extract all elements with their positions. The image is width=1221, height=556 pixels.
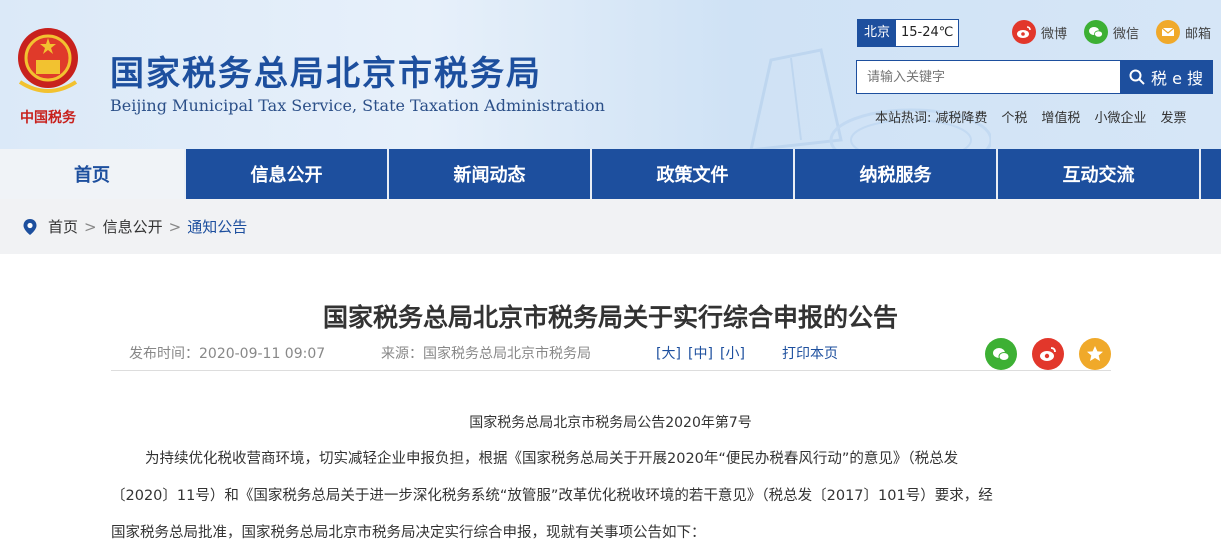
publish-time: 发布时间：2020-09-11 09:07 [129, 346, 326, 362]
nav-interaction[interactable]: 互动交流 [998, 149, 1201, 199]
breadcrumb-info-disclosure[interactable]: 信息公开 [103, 216, 163, 237]
hot-words: 本站热词: 减税降费 个税 增值税 小微企业 发票 [875, 107, 1186, 126]
print-page-link[interactable]: 打印本页 [782, 343, 838, 363]
font-size-large-button[interactable]: [大] [656, 343, 681, 363]
nav-info-disclosure[interactable]: 信息公开 [186, 149, 389, 199]
email-label: 邮箱 [1185, 26, 1212, 42]
wechat-icon [993, 348, 1010, 361]
hot-word-link[interactable]: 个税 [1001, 107, 1027, 126]
landmark-illustration [749, 48, 991, 149]
paragraph-line: 〔2020〕11号）和《国家税务总局关于进一步深化税务系统“放管服”改革优化税收… [111, 488, 993, 504]
search-icon [1129, 69, 1145, 85]
wechat-label: 微信 [1113, 26, 1140, 42]
nav-tax-service[interactable]: 纳税服务 [795, 149, 998, 199]
weibo-link[interactable]: 微博 [1012, 20, 1067, 44]
hot-word-link[interactable]: 增值税 [1041, 107, 1080, 126]
hot-word-link[interactable]: 发票 [1160, 107, 1186, 126]
weather-widget: 北京 15-24℃ [857, 19, 960, 47]
document-number: 国家税务总局北京市税务局公告2020年第7号 [469, 415, 752, 431]
hot-word-link[interactable]: 小微企业 [1094, 107, 1146, 126]
paragraph-line: 国家税务总局批准，国家税务总局北京市税务局决定实行综合申报，现就有关事项公告如下… [111, 525, 706, 541]
weibo-icon [1040, 347, 1056, 361]
site-title[interactable]: 国家税务总局北京市税务局 [110, 46, 542, 95]
weibo-label: 微博 [1041, 26, 1068, 42]
star-icon [1087, 346, 1103, 361]
share-wechat-button[interactable] [985, 338, 1017, 370]
article-source: 来源：国家税务总局北京市税务局 [381, 346, 591, 362]
hot-words-label: 本站热词: [875, 111, 932, 126]
breadcrumb-current[interactable]: 通知公告 [187, 216, 247, 237]
location-pin-icon [23, 218, 37, 235]
wechat-icon [1084, 20, 1108, 44]
breadcrumb: 首页 > 信息公开 > 通知公告 [0, 199, 1221, 254]
article-title: 国家税务总局北京市税务局关于实行综合申报的公告 [322, 303, 898, 332]
search-box: 税 e 搜 [856, 60, 1213, 94]
site-subtitle: Beijing Municipal Tax Service, State Tax… [110, 96, 605, 115]
font-size-small-button[interactable]: [小] [720, 343, 745, 363]
nav-news[interactable]: 新闻动态 [389, 149, 592, 199]
share-weibo-button[interactable] [1032, 338, 1064, 370]
logo-text: 中国税务 [20, 109, 77, 126]
weather-city: 北京 [858, 20, 897, 46]
weather-temp: 15-24℃ [901, 25, 954, 40]
nav-policy[interactable]: 政策文件 [592, 149, 795, 199]
font-size-medium-button[interactable]: [中] [688, 343, 713, 363]
paragraph-line: 为持续优化税收营商环境，切实减轻企业申报负担，根据《国家税务总局关于开展2020… [145, 451, 959, 467]
weibo-icon [1012, 20, 1036, 44]
national-emblem-logo[interactable]: 中国税务 [12, 22, 84, 126]
breadcrumb-home[interactable]: 首页 [48, 216, 78, 237]
main-nav: 首页 信息公开 新闻动态 政策文件 纳税服务 互动交流 [0, 149, 1221, 199]
mail-icon [1156, 20, 1180, 44]
hot-word-link[interactable]: 减税降费 [935, 107, 987, 126]
favorite-star-button[interactable] [1079, 338, 1111, 370]
wechat-link[interactable]: 微信 [1084, 20, 1139, 44]
search-button[interactable]: 税 e 搜 [1120, 61, 1212, 93]
search-input[interactable] [857, 61, 1120, 93]
nav-home[interactable]: 首页 [0, 149, 186, 199]
article-meta: 发布时间：2020-09-11 09:07 来源：国家税务总局北京市税务局 [大… [111, 338, 1111, 371]
site-header: 中国税务 国家税务总局北京市税务局 Beijing Municipal Tax … [0, 0, 1221, 149]
search-button-label: 税 e 搜 [1150, 69, 1204, 88]
breadcrumb-separator: > [168, 217, 182, 236]
email-link[interactable]: 邮箱 [1156, 20, 1211, 44]
breadcrumb-separator: > [84, 217, 97, 236]
